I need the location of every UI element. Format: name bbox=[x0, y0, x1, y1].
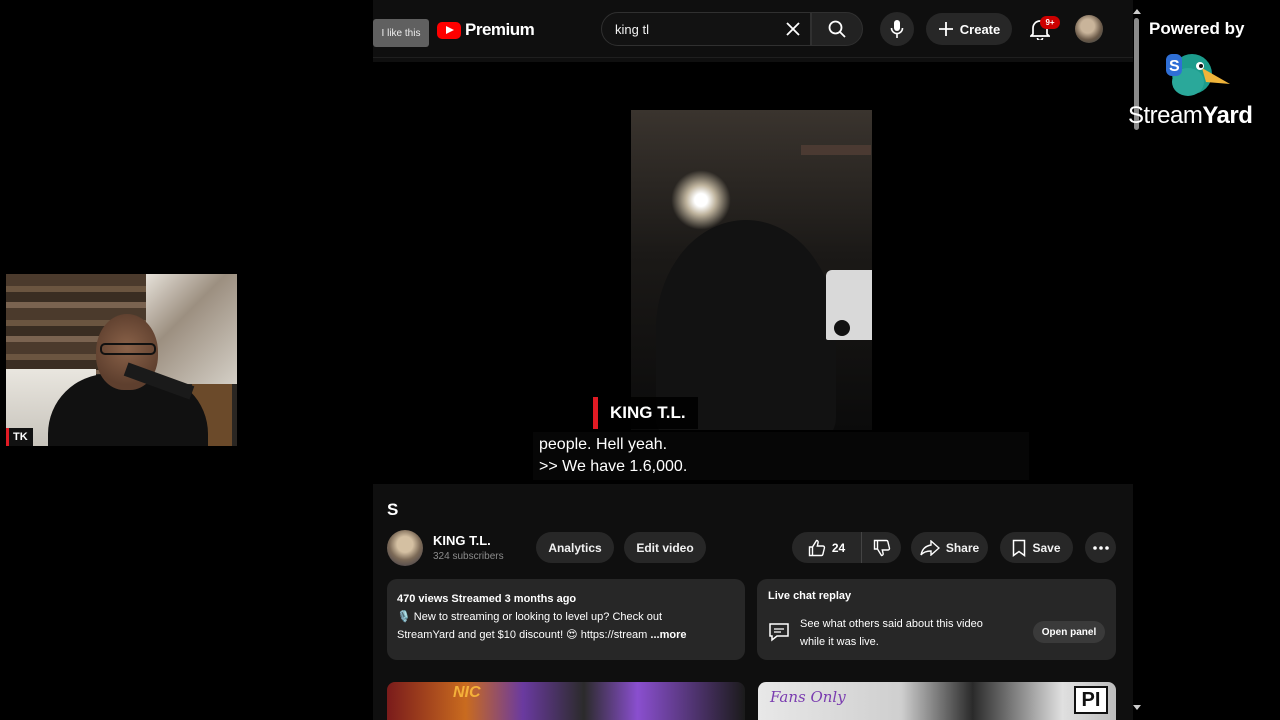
brand-part-2: Yard bbox=[1202, 102, 1253, 129]
youtube-premium-logo[interactable]: Premium bbox=[437, 20, 535, 40]
search-box[interactable]: king tl bbox=[601, 12, 811, 46]
recommended-video-thumbnail[interactable]: Fans Only PI bbox=[758, 682, 1116, 720]
webcam-name-tag: TK bbox=[6, 428, 33, 446]
dislike-button[interactable] bbox=[862, 532, 901, 563]
speaker-name-tag: KING T.L. bbox=[593, 397, 698, 429]
edit-video-button[interactable]: Edit video bbox=[624, 532, 706, 563]
notification-count-badge: 9+ bbox=[1040, 16, 1060, 29]
description-line-2: StreamYard and get $10 discount! 😍 https… bbox=[397, 629, 648, 641]
thumbs-up-icon bbox=[808, 539, 825, 556]
close-icon bbox=[786, 22, 800, 36]
like-tooltip: I like this bbox=[373, 19, 429, 47]
live-chat-description: See what others said about this video wh… bbox=[800, 615, 1020, 651]
video-player[interactable]: KING T.L. people. Hell yeah. >> We have … bbox=[373, 62, 1133, 484]
svg-text:S: S bbox=[1169, 58, 1180, 75]
search-input[interactable]: king tl bbox=[615, 22, 649, 37]
search-icon bbox=[828, 20, 846, 38]
streamyard-wordmark: StreamYard bbox=[1128, 102, 1253, 130]
webcam-person-glasses bbox=[100, 343, 156, 355]
share-label: Share bbox=[945, 540, 980, 555]
voice-search-button[interactable] bbox=[880, 12, 914, 46]
youtube-play-icon bbox=[437, 21, 461, 39]
subscriber-count: 324 subscribers bbox=[433, 551, 504, 562]
thumbnail-text: NIC bbox=[453, 684, 481, 701]
like-button[interactable]: 24 bbox=[792, 532, 862, 563]
analytics-label: Analytics bbox=[548, 540, 602, 555]
bookmark-icon bbox=[1013, 539, 1026, 557]
analytics-button[interactable]: Analytics bbox=[536, 532, 614, 563]
like-dislike-group: 24 bbox=[792, 532, 901, 563]
youtube-header: I like this Premium king tl Create 9+ bbox=[373, 0, 1133, 58]
webcam-feed: TK bbox=[6, 274, 237, 446]
powered-by-label: Powered by bbox=[1149, 19, 1245, 38]
streamyard-duck-logo: S bbox=[1166, 54, 1230, 96]
thumbnail-text: Fans Only bbox=[770, 688, 846, 706]
caption-line-2: >> We have 1.6,000. bbox=[539, 458, 688, 475]
brand-part-1: Stream bbox=[1128, 102, 1203, 129]
channel-name[interactable]: KING T.L. bbox=[433, 533, 491, 548]
edit-video-label: Edit video bbox=[636, 540, 694, 555]
live-chat-line-1: See what others said about this video bbox=[800, 618, 983, 630]
share-icon bbox=[920, 539, 940, 556]
logo-text: Premium bbox=[465, 20, 535, 39]
description-box[interactable]: 470 views Streamed 3 months ago 🎙️ New t… bbox=[387, 579, 745, 660]
like-count: 24 bbox=[831, 540, 846, 555]
microphone-icon bbox=[890, 20, 904, 38]
video-title: S bbox=[387, 500, 399, 519]
share-button[interactable]: Share bbox=[911, 532, 988, 563]
video-truck bbox=[826, 270, 872, 340]
save-button[interactable]: Save bbox=[1000, 532, 1073, 563]
create-label: Create bbox=[959, 21, 1001, 37]
search-button[interactable] bbox=[811, 12, 863, 46]
chat-icon bbox=[769, 623, 789, 642]
more-horizontal-icon bbox=[1092, 545, 1109, 550]
more-actions-button[interactable] bbox=[1085, 532, 1116, 563]
view-stats: 470 views Streamed 3 months ago bbox=[397, 593, 577, 605]
create-button[interactable]: Create bbox=[926, 13, 1012, 45]
scroll-down-arrow[interactable] bbox=[1133, 705, 1141, 710]
live-chat-title: Live chat replay bbox=[768, 590, 852, 602]
description-line-1: 🎙️ New to streaming or looking to level … bbox=[397, 611, 662, 623]
scroll-up-arrow[interactable] bbox=[1133, 9, 1141, 14]
caption-line-1: people. Hell yeah. bbox=[539, 436, 668, 453]
thumbnail-badge: PI bbox=[1074, 686, 1108, 714]
recommended-video-thumbnail[interactable]: NIC bbox=[387, 682, 745, 720]
save-label: Save bbox=[1032, 540, 1061, 555]
closed-caption: people. Hell yeah. >> We have 1.6,000. bbox=[533, 432, 1029, 480]
show-more-link[interactable]: ...more bbox=[650, 629, 686, 641]
live-chat-line-2: while it was live. bbox=[800, 636, 879, 648]
webcam-background-art bbox=[146, 274, 237, 384]
video-ceiling-beam bbox=[801, 145, 871, 155]
open-panel-button[interactable]: Open panel bbox=[1033, 621, 1105, 643]
video-light-flare bbox=[671, 170, 731, 230]
account-avatar[interactable] bbox=[1075, 15, 1103, 43]
youtube-window: I like this Premium king tl Create 9+ KI… bbox=[373, 0, 1133, 720]
clear-search-button[interactable] bbox=[782, 18, 804, 40]
live-chat-replay-card: Live chat replay See what others said ab… bbox=[757, 579, 1116, 660]
channel-avatar[interactable] bbox=[387, 530, 423, 566]
thumbs-down-icon bbox=[873, 539, 890, 556]
video-frame bbox=[631, 110, 872, 430]
plus-icon bbox=[938, 22, 953, 36]
